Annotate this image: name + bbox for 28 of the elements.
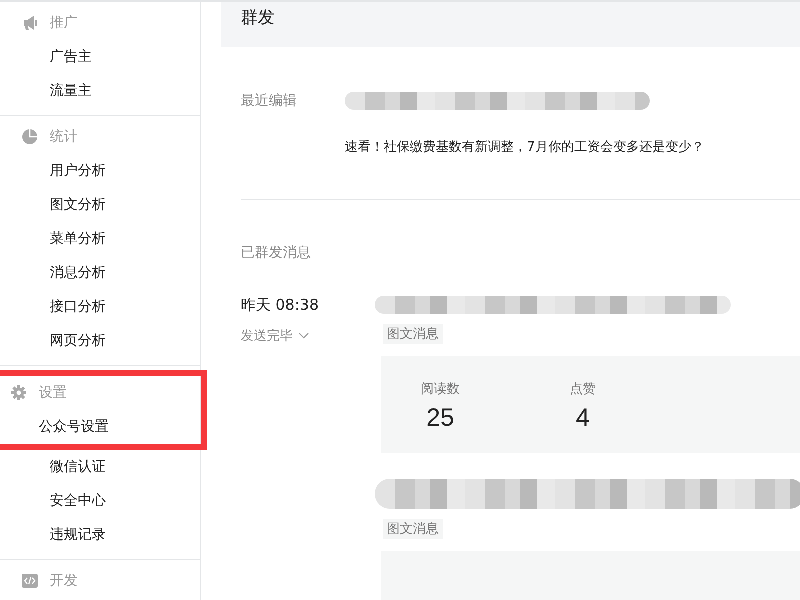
section-label: 已群发消息 <box>241 244 312 262</box>
sidebar-item[interactable]: 违规记录 <box>0 518 200 552</box>
sidebar-item[interactable]: 微信认证 <box>0 450 200 484</box>
sidebar-item[interactable]: 用户分析 <box>0 154 200 188</box>
stat-value: 25 <box>426 404 454 433</box>
sidebar-item[interactable]: 网页分析 <box>0 324 200 358</box>
chevron-down-icon <box>299 333 309 339</box>
message-type-tag: 图文消息 <box>383 519 443 539</box>
sidebar-item[interactable]: 接口分析 <box>0 290 200 324</box>
stat-label: 阅读数 <box>421 381 460 398</box>
code-icon <box>22 573 38 589</box>
section-label: 最近编辑 <box>241 92 298 111</box>
sidebar-item[interactable]: 安全中心 <box>0 484 200 518</box>
sidebar-item[interactable]: 图文分析 <box>0 188 200 222</box>
sidebar-item[interactable]: 公众号设置 <box>0 410 201 444</box>
message-type-tag: 图文消息 <box>383 324 443 344</box>
sidebar-item[interactable]: 消息分析 <box>0 256 200 290</box>
gear-icon <box>11 385 27 401</box>
stat-value: 4 <box>576 404 590 433</box>
pie-icon <box>22 129 38 145</box>
stat-label: 点赞 <box>570 381 596 398</box>
send-time: 昨天 08:38 <box>241 296 320 315</box>
megaphone-icon <box>22 15 38 31</box>
sidebar-item[interactable]: 广告主 <box>0 40 200 74</box>
page-title: 群发 <box>241 7 275 29</box>
sidebar-item[interactable]: 流量主 <box>0 74 200 108</box>
draft-title[interactable]: 速看！社保缴费基数有新调整，7月你的工资会变多还是变少？ <box>345 138 704 156</box>
sidebar-item[interactable]: 菜单分析 <box>0 222 200 256</box>
